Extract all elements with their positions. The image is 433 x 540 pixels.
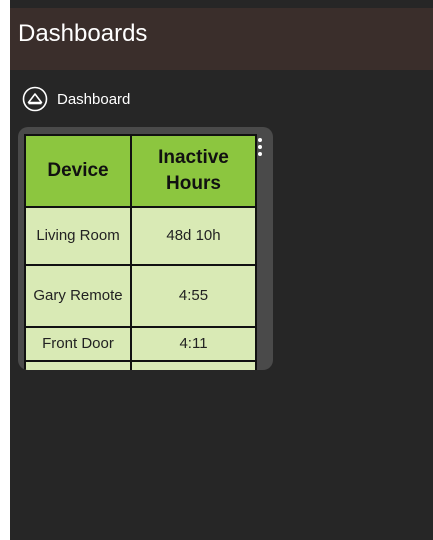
device-name-cell: Living Room bbox=[24, 206, 132, 266]
device-name-cell: Gary Remote bbox=[24, 264, 132, 328]
device-name-cell: Front Door bbox=[24, 326, 132, 362]
home-icon[interactable] bbox=[22, 86, 48, 112]
inactive-hours-cell: 48d 10h bbox=[130, 206, 257, 266]
device-table: Device Inactive Hours Living Room 48d 10… bbox=[24, 134, 257, 370]
table-row: Gary Remote 4:55 bbox=[24, 264, 257, 328]
breadcrumb-label[interactable]: Dashboard bbox=[57, 91, 130, 108]
inactive-hours-cell bbox=[130, 360, 257, 370]
breadcrumb[interactable]: Dashboard bbox=[22, 86, 130, 112]
top-bar: Dashboards bbox=[10, 8, 433, 70]
column-header-device: Device bbox=[24, 134, 132, 208]
table-header-row: Device Inactive Hours bbox=[24, 134, 257, 208]
device-activity-tile[interactable]: Device Inactive Hours Living Room 48d 10… bbox=[18, 127, 273, 370]
page-title: Dashboards bbox=[18, 20, 148, 47]
inactive-hours-cell: 4:11 bbox=[130, 326, 257, 362]
inactive-hours-cell: 4:55 bbox=[130, 264, 257, 328]
dashboard-app: Dashboards Dashboard Device Inactive Hou… bbox=[10, 0, 433, 540]
table-row: Front Door 4:11 bbox=[24, 326, 257, 362]
column-header-inactive-hours: Inactive Hours bbox=[130, 134, 257, 208]
table-row: Living Room 48d 10h bbox=[24, 206, 257, 266]
kebab-menu-icon[interactable] bbox=[257, 138, 263, 160]
table-row bbox=[24, 360, 257, 370]
device-name-cell bbox=[24, 360, 132, 370]
